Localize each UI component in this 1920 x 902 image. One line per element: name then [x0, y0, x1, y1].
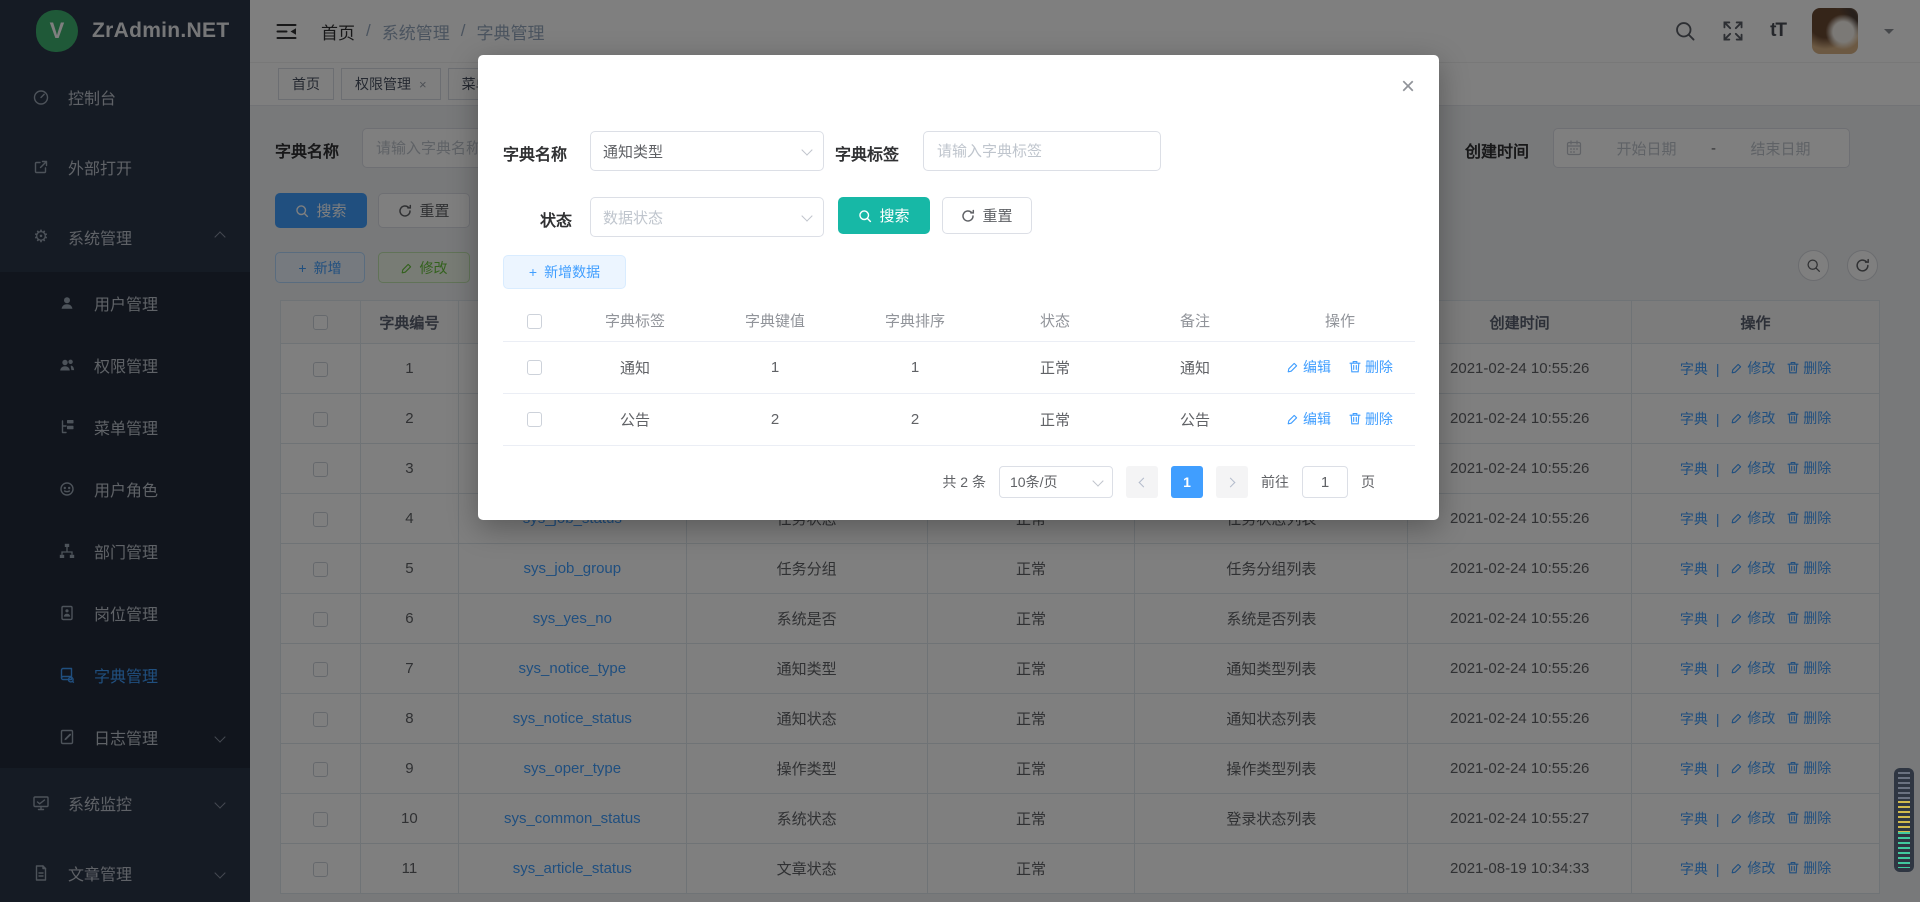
modal-column-status: 状态 [985, 301, 1125, 341]
modal-dict-name-value: 通知类型 [603, 141, 663, 162]
modal-dict-label-label: 字典标签 [835, 141, 899, 165]
modal-row-checkbox[interactable] [527, 412, 542, 427]
page-size-value: 10条/页 [1010, 472, 1057, 492]
modal-dict-label-input[interactable] [923, 131, 1161, 171]
chevron-down-icon [1092, 475, 1103, 486]
modal-select-all-checkbox[interactable] [527, 314, 542, 329]
cell-dict-value: 1 [705, 341, 845, 393]
cell-dict-label: 通知 [565, 341, 705, 393]
modal-row-action-delete[interactable]: 删除 [1349, 409, 1393, 429]
modal-reset-button[interactable]: 重置 [942, 197, 1032, 234]
modal-row-action-edit[interactable]: 编辑 [1287, 357, 1331, 377]
modal-dict-name-select[interactable]: 通知类型 [590, 131, 824, 171]
trash-icon [1349, 360, 1361, 373]
modal-column-dict-sort: 字典排序 [845, 301, 985, 341]
modal-table-body: 通知 1 1 正常 通知 编辑 删除 公告 2 2 正常 公告 编辑 [503, 341, 1415, 445]
modal-status-select[interactable]: 数据状态 [590, 197, 824, 237]
modal-status-label: 状态 [540, 207, 572, 231]
page-number-1[interactable]: 1 [1171, 466, 1203, 498]
modal-close-icon[interactable]: × [1401, 73, 1415, 101]
modal-row-action-edit-label: 编辑 [1303, 409, 1331, 429]
modal-column-dict-value: 字典键值 [705, 301, 845, 341]
chevron-left-icon [1139, 477, 1149, 487]
goto-page-input[interactable] [1302, 466, 1348, 498]
modal-row-action-edit[interactable]: 编辑 [1287, 409, 1331, 429]
cell-dict-sort: 2 [845, 393, 985, 445]
plus-icon: + [529, 264, 537, 280]
modal-row-action-edit-label: 编辑 [1303, 357, 1331, 377]
chevron-down-icon [801, 210, 812, 221]
modal-status-placeholder: 数据状态 [603, 207, 663, 228]
modal-add-data-label: 新增数据 [544, 262, 600, 282]
cell-status: 正常 [985, 393, 1125, 445]
prev-page-button[interactable] [1126, 466, 1158, 498]
modal-reset-button-label: 重置 [982, 205, 1012, 226]
cell-remark: 通知 [1125, 341, 1265, 393]
modal-add-data-button[interactable]: + 新增数据 [503, 255, 626, 289]
scrollbar-thumb[interactable] [1894, 768, 1914, 872]
trash-icon [1349, 412, 1361, 425]
modal-row-action-delete-label: 删除 [1365, 357, 1393, 377]
search-icon [858, 209, 872, 223]
pen-icon [1287, 413, 1299, 425]
modal-dict-name-label: 字典名称 [503, 141, 567, 165]
modal-search-button-label: 搜索 [879, 205, 909, 226]
pagination: 共 2 条 10条/页 1 前往 页 [942, 466, 1375, 498]
cell-status: 正常 [985, 341, 1125, 393]
page-size-select[interactable]: 10条/页 [999, 466, 1113, 498]
goto-label: 前往 [1261, 472, 1289, 492]
modal-row-action-delete-label: 删除 [1365, 409, 1393, 429]
modal-search-button[interactable]: 搜索 [838, 197, 930, 234]
pagination-total: 共 2 条 [942, 472, 986, 492]
goto-unit-label: 页 [1361, 472, 1375, 492]
modal-row-action-delete[interactable]: 删除 [1349, 357, 1393, 377]
modal-table: 字典标签 字典键值 字典排序 状态 备注 操作 通知 1 1 正常 通知 编辑 [503, 301, 1415, 446]
refresh-icon [961, 209, 975, 223]
cell-dict-value: 2 [705, 393, 845, 445]
chevron-down-icon [801, 144, 812, 155]
modal-table-header-row: 字典标签 字典键值 字典排序 状态 备注 操作 [503, 301, 1415, 341]
modal-table-row: 通知 1 1 正常 通知 编辑 删除 [503, 341, 1415, 393]
modal-column-remark: 备注 [1125, 301, 1265, 341]
cell-dict-sort: 1 [845, 341, 985, 393]
modal-column-actions: 操作 [1265, 301, 1415, 341]
cell-remark: 公告 [1125, 393, 1265, 445]
next-page-button[interactable] [1216, 466, 1248, 498]
app-root: V ZrAdmin.NET 控制台 外部打开 ⚙ 系统管理 [0, 0, 1920, 902]
chevron-right-icon [1226, 477, 1236, 487]
modal-table-row: 公告 2 2 正常 公告 编辑 删除 [503, 393, 1415, 445]
dict-data-modal: × 字典名称 通知类型 字典标签 状态 数据状态 搜索 重置 + 新增数据 [478, 55, 1439, 520]
pen-icon [1287, 361, 1299, 373]
modal-column-dict-label: 字典标签 [565, 301, 705, 341]
cell-dict-label: 公告 [565, 393, 705, 445]
modal-row-checkbox[interactable] [527, 360, 542, 375]
